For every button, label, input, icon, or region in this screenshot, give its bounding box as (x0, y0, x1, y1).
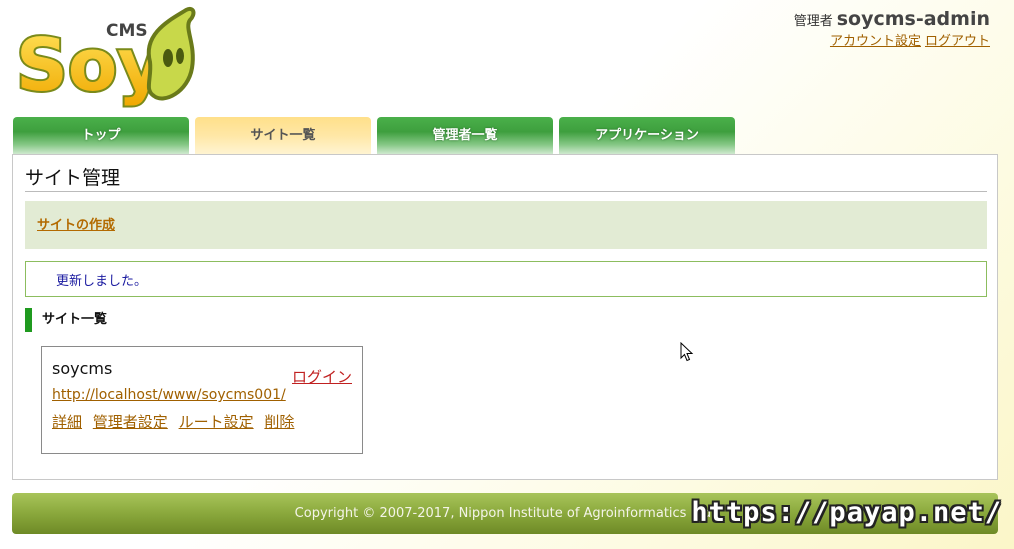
status-message: 更新しました。 (25, 261, 987, 297)
tab-applications[interactable]: アプリケーション (559, 117, 735, 154)
create-site-link[interactable]: サイトの作成 (37, 218, 115, 233)
admin-role-label: 管理者 (793, 14, 833, 29)
site-root-settings-link[interactable]: ルート設定 (179, 413, 254, 431)
site-detail-link[interactable]: 詳細 (52, 413, 82, 431)
account-settings-link[interactable]: アカウント設定 (830, 34, 921, 49)
site-actions: 詳細 管理者設定 ルート設定 削除 (52, 411, 300, 432)
main-panel: サイト管理 サイトの作成 更新しました。 サイト一覧 soycms ログイン h… (12, 154, 998, 480)
site-admin-settings-link[interactable]: 管理者設定 (93, 413, 168, 431)
soycms-logo[interactable]: Soy CMS (14, 4, 198, 109)
site-card: soycms ログイン http://localhost/www/soycms0… (41, 346, 363, 454)
site-name: soycms (52, 359, 113, 378)
tab-site-list[interactable]: サイト一覧 (195, 117, 371, 154)
site-delete-link[interactable]: 削除 (264, 413, 294, 431)
section-title-site-list: サイト一覧 (25, 308, 107, 332)
page-title: サイト管理 (25, 163, 987, 192)
logo-sup: CMS (106, 21, 148, 41)
create-site-box: サイトの作成 (25, 201, 987, 249)
admin-username: soycms-admin (836, 8, 990, 30)
watermark: https://payap.net/ (691, 497, 1002, 528)
tab-admin-list[interactable]: 管理者一覧 (377, 117, 553, 154)
tab-top[interactable]: トップ (13, 117, 189, 154)
logout-link[interactable]: ログアウト (925, 34, 990, 49)
site-login-link[interactable]: ログイン (292, 366, 352, 387)
mouse-cursor-icon (680, 341, 694, 362)
admin-info: 管理者 soycms-admin アカウント設定 ログアウト (794, 8, 990, 49)
site-url-link[interactable]: http://localhost/www/soycms001/ (52, 387, 286, 403)
footer-copyright: Copyright © 2007-2017, Nippon Institute … (294, 506, 716, 521)
